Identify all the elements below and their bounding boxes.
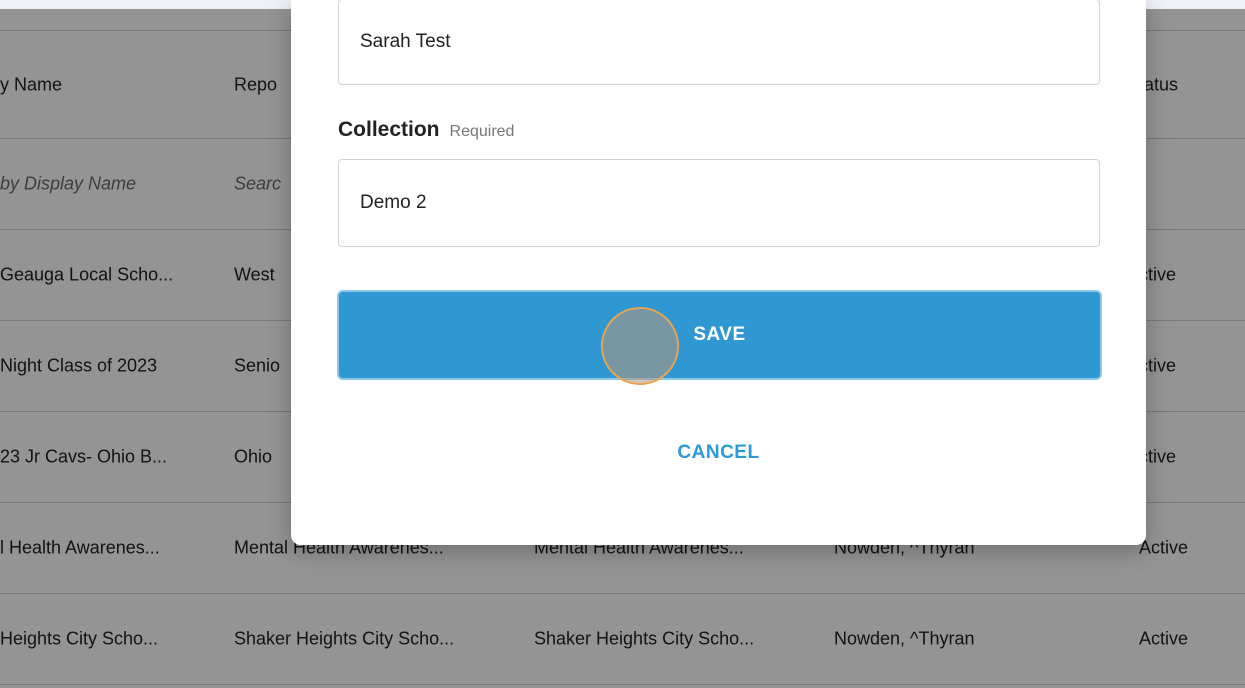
required-hint: Required (449, 123, 515, 140)
edit-dialog: Sarah Test Collection Required Demo 2 SA… (291, 0, 1146, 545)
cancel-button-label: CANCEL (677, 442, 760, 463)
name-input[interactable]: Sarah Test (338, 0, 1100, 85)
name-input-value: Sarah Test (360, 31, 451, 52)
save-button-label: SAVE (693, 324, 746, 345)
collection-input[interactable]: Demo 2 (338, 159, 1100, 247)
cancel-button[interactable]: CANCEL (291, 425, 1146, 481)
collection-input-value: Demo 2 (360, 192, 427, 213)
save-button[interactable]: SAVE (337, 290, 1102, 380)
collection-label: Collection (338, 118, 440, 141)
screen: y Name Repo tatus by Display Name Searc … (0, 0, 1245, 688)
collection-label-row: Collection Required (338, 118, 514, 142)
